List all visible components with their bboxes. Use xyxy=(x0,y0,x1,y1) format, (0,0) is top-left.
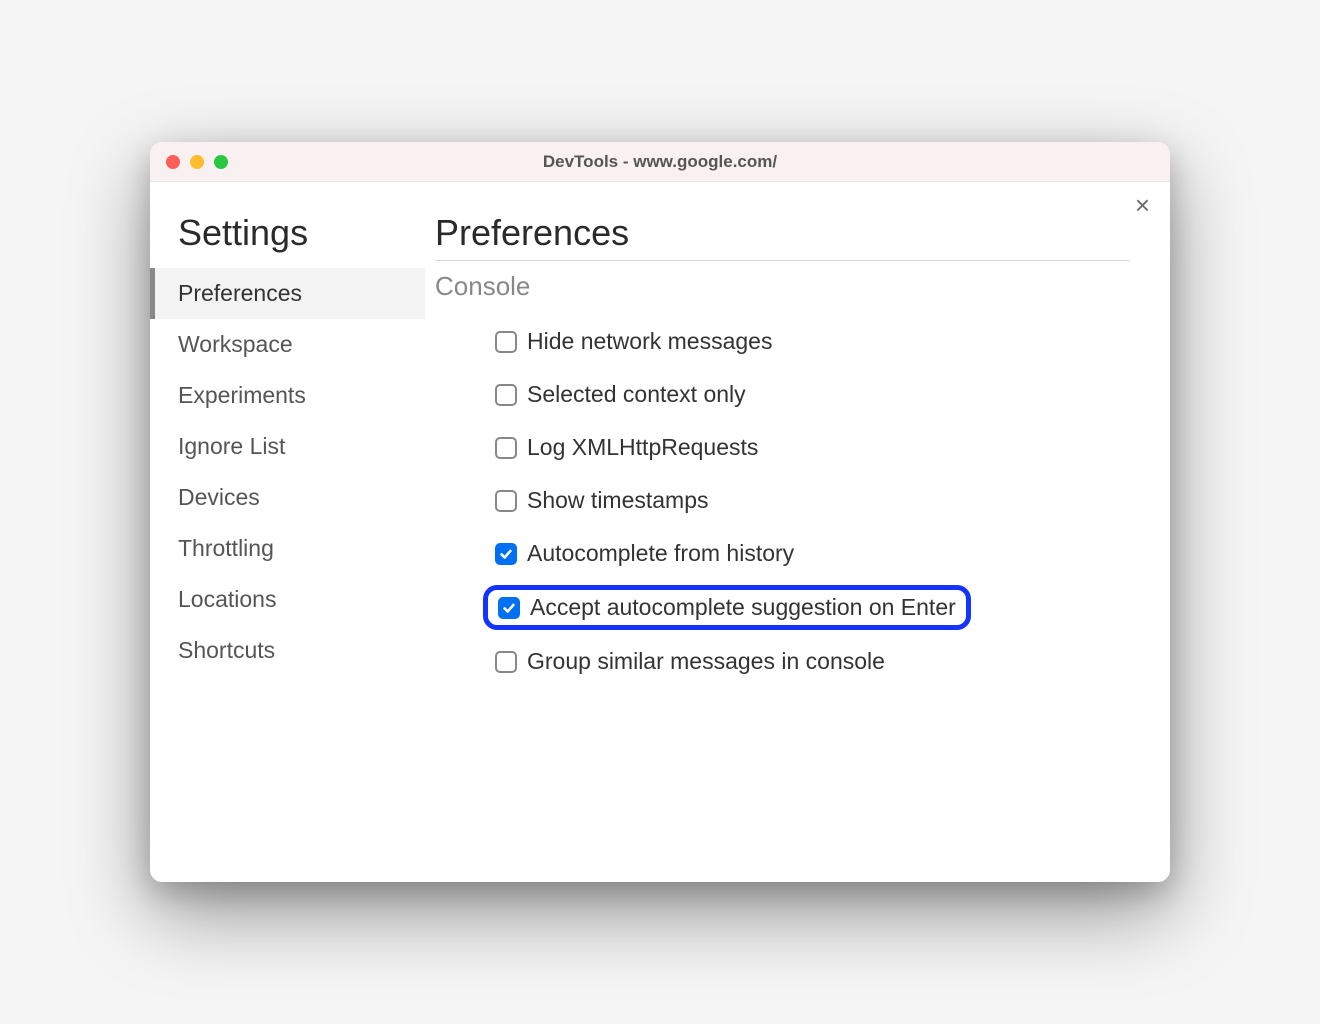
sidebar-items: Preferences Workspace Experiments Ignore Li… xyxy=(150,268,425,676)
divider xyxy=(435,260,1130,261)
preferences-panel: Preferences Console Hide network message… xyxy=(425,182,1170,882)
option-label: Group similar messages in console xyxy=(527,648,885,675)
sidebar-item-ignore-list[interactable]: Ignore List xyxy=(150,421,425,472)
sidebar-item-label: Locations xyxy=(178,586,276,612)
close-window-button[interactable] xyxy=(166,155,180,169)
option-selected-context-only[interactable]: Selected context only xyxy=(483,373,758,416)
panel-title: Preferences xyxy=(435,212,1130,254)
sidebar-item-label: Experiments xyxy=(178,382,306,408)
option-label: Accept autocomplete suggestion on Enter xyxy=(530,594,956,621)
content-area: × Settings Preferences Workspace Experimen… xyxy=(150,182,1170,882)
sidebar-item-locations[interactable]: Locations xyxy=(150,574,425,625)
maximize-window-button[interactable] xyxy=(214,155,228,169)
checkbox[interactable] xyxy=(498,597,520,619)
checkbox[interactable] xyxy=(495,437,517,459)
sidebar-item-preferences[interactable]: Preferences xyxy=(150,268,425,319)
checkbox[interactable] xyxy=(495,651,517,673)
sidebar-item-label: Shortcuts xyxy=(178,637,275,663)
option-label: Hide network messages xyxy=(527,328,772,355)
checkbox[interactable] xyxy=(495,384,517,406)
window-title: DevTools - www.google.com/ xyxy=(150,152,1170,172)
sidebar-item-label: Devices xyxy=(178,484,260,510)
sidebar-item-label: Ignore List xyxy=(178,433,285,459)
sidebar-item-devices[interactable]: Devices xyxy=(150,472,425,523)
option-hide-network-messages[interactable]: Hide network messages xyxy=(483,320,784,363)
console-options: Hide network messages Selected context on… xyxy=(435,320,1130,683)
window-controls xyxy=(150,155,228,169)
sidebar-item-label: Preferences xyxy=(178,280,302,306)
sidebar-item-throttling[interactable]: Throttling xyxy=(150,523,425,574)
option-label: Selected context only xyxy=(527,381,746,408)
sidebar-item-label: Throttling xyxy=(178,535,274,561)
sidebar-item-label: Workspace xyxy=(178,331,293,357)
checkbox[interactable] xyxy=(495,543,517,565)
option-accept-autocomplete-suggestion-on-enter[interactable]: Accept autocomplete suggestion on Enter xyxy=(483,585,971,630)
option-label: Autocomplete from history xyxy=(527,540,794,567)
close-icon[interactable]: × xyxy=(1135,192,1150,218)
option-show-timestamps[interactable]: Show timestamps xyxy=(483,479,721,522)
sidebar-title: Settings xyxy=(150,212,425,268)
checkbox[interactable] xyxy=(495,331,517,353)
minimize-window-button[interactable] xyxy=(190,155,204,169)
sidebar-item-shortcuts[interactable]: Shortcuts xyxy=(150,625,425,676)
option-log-xmlhttprequests[interactable]: Log XMLHttpRequests xyxy=(483,426,770,469)
sidebar-item-experiments[interactable]: Experiments xyxy=(150,370,425,421)
sidebar-item-workspace[interactable]: Workspace xyxy=(150,319,425,370)
devtools-settings-window: DevTools - www.google.com/ × Settings Pr… xyxy=(150,142,1170,882)
titlebar: DevTools - www.google.com/ xyxy=(150,142,1170,182)
option-autocomplete-from-history[interactable]: Autocomplete from history xyxy=(483,532,806,575)
option-label: Show timestamps xyxy=(527,487,709,514)
option-group-similar-messages-in-console[interactable]: Group similar messages in console xyxy=(483,640,897,683)
section-title: Console xyxy=(435,271,1130,302)
settings-sidebar: Settings Preferences Workspace Experiments… xyxy=(150,182,425,882)
option-label: Log XMLHttpRequests xyxy=(527,434,758,461)
checkbox[interactable] xyxy=(495,490,517,512)
